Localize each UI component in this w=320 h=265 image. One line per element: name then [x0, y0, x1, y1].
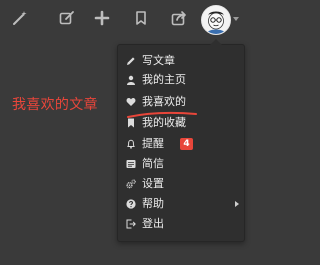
pencil-icon — [126, 56, 136, 66]
menu-item-my-homepage[interactable]: 我的主页 — [118, 71, 244, 89]
question-icon — [126, 199, 136, 209]
menu-item-settings[interactable]: 设置 — [118, 175, 244, 193]
heart-icon — [126, 97, 136, 107]
menu-item-label: 提醒 — [142, 137, 164, 150]
avatar[interactable] — [201, 5, 231, 35]
top-navbar — [0, 0, 247, 40]
menu-item-label: 我的主页 — [142, 73, 186, 86]
gears-icon — [126, 179, 136, 189]
plus-icon[interactable] — [94, 10, 110, 26]
menu-item-help[interactable]: 帮助 — [118, 195, 244, 213]
share-icon[interactable] — [171, 10, 187, 26]
logout-icon — [126, 219, 136, 229]
message-icon — [126, 159, 136, 169]
bookmark-icon — [126, 118, 136, 128]
chevron-right-icon — [235, 201, 239, 207]
menu-item-logout[interactable]: 登出 — [118, 215, 244, 233]
menu-item-label: 我喜欢的 — [142, 95, 186, 108]
menu-item-write-article[interactable]: 写文章 — [118, 52, 244, 70]
notification-badge: 4 — [180, 138, 193, 150]
magic-wand-icon[interactable] — [12, 10, 28, 26]
user-icon — [126, 75, 136, 85]
highlight-underline — [127, 111, 197, 119]
edit-icon[interactable] — [59, 10, 75, 26]
menu-item-label: 设置 — [142, 177, 164, 190]
bell-icon — [126, 139, 136, 149]
menu-item-messages[interactable]: 简信 — [118, 155, 244, 173]
menu-item-label: 写文章 — [142, 54, 175, 67]
menu-item-label: 简信 — [142, 157, 164, 170]
bookmark-icon[interactable] — [133, 10, 149, 26]
menu-item-reminders[interactable]: 提醒 4 — [118, 135, 244, 153]
user-dropdown-menu: 写文章 我的主页 我喜欢的 我的收藏 提醒 4 简信 设置 帮助 登出 — [117, 39, 245, 242]
chevron-down-icon[interactable] — [233, 17, 239, 21]
menu-item-my-likes[interactable]: 我喜欢的 — [118, 93, 244, 111]
menu-item-label: 登出 — [142, 217, 164, 230]
menu-item-label: 帮助 — [142, 197, 164, 210]
annotation-label: 我喜欢的文章 — [12, 97, 98, 113]
